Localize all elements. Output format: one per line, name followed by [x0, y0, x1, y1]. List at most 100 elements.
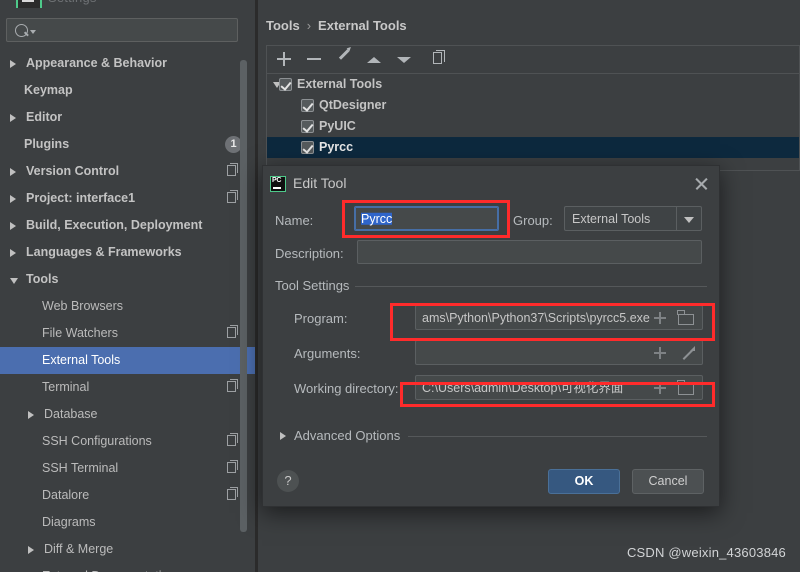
program-label: Program:	[294, 311, 348, 326]
sidebar-item-terminal[interactable]: Terminal	[0, 374, 258, 401]
edit-tool-button[interactable]	[331, 46, 357, 72]
sidebar-item-label: Plugins	[24, 137, 70, 151]
arguments-input[interactable]	[415, 340, 703, 365]
chevron-right-icon[interactable]	[10, 195, 16, 203]
remove-tool-button[interactable]	[301, 46, 327, 72]
sidebar-item-plugins[interactable]: Plugins 1	[0, 131, 258, 158]
sidebar-item-label: Terminal	[42, 380, 90, 394]
settings-sidebar: Appearance & Behavior Keymap Editor Plugins…	[0, 8, 258, 572]
chevron-down-icon[interactable]	[10, 278, 18, 284]
sidebar-item-languages-frameworks[interactable]: Languages & Frameworks	[0, 239, 258, 266]
tools-list-item-label: External Tools	[297, 77, 383, 91]
sidebar-item-keymap[interactable]: Keymap	[0, 77, 258, 104]
tools-list-item[interactable]: QtDesigner	[267, 95, 799, 116]
arrow-down-icon	[397, 57, 411, 63]
sidebar-item-file-watchers[interactable]: File Watchers	[0, 320, 258, 347]
close-icon[interactable]	[692, 175, 710, 193]
chevron-right-icon[interactable]	[10, 168, 16, 176]
move-down-button[interactable]	[391, 46, 417, 72]
chevron-right-icon[interactable]	[10, 60, 16, 68]
sidebar-item-label: Diagrams	[42, 515, 96, 529]
dialog-title: Edit Tool	[293, 175, 347, 191]
tool-enabled-checkbox[interactable]	[301, 141, 314, 154]
search-input[interactable]	[39, 22, 233, 40]
copy-icon	[227, 190, 238, 203]
chevron-right-icon[interactable]	[28, 411, 34, 419]
search-icon	[15, 24, 28, 37]
cancel-button[interactable]: Cancel	[632, 469, 704, 494]
tools-list-item[interactable]: External Tools	[267, 74, 799, 95]
sidebar-item-label: Languages & Frameworks	[26, 245, 182, 259]
arrow-up-icon	[367, 57, 381, 63]
program-insert-macro-icon[interactable]	[654, 312, 666, 324]
working-directory-browse-folder-icon[interactable]	[677, 380, 694, 395]
sidebar-item-label: External Documentation	[42, 563, 175, 572]
copy-tool-button[interactable]	[425, 46, 451, 72]
sidebar-item-label: Build, Execution, Deployment	[26, 218, 203, 232]
tool-enabled-checkbox[interactable]	[301, 99, 314, 112]
sidebar-item-ssh-configurations[interactable]: SSH Configurations	[0, 428, 258, 455]
tools-list-item[interactable]: Pyrcc	[267, 137, 799, 158]
chevron-right-icon[interactable]	[10, 222, 16, 230]
sidebar-item-label: Datalore	[42, 488, 90, 502]
sidebar-item-label: External Tools	[42, 353, 121, 367]
program-browse-folder-icon[interactable]	[677, 310, 694, 325]
working-directory-insert-macro-icon[interactable]	[654, 382, 666, 394]
breadcrumb-current: External Tools	[318, 18, 407, 33]
sidebar-item-label: Project: interface1	[26, 191, 136, 205]
search-box[interactable]	[6, 18, 238, 42]
sidebar-item-datalore[interactable]: Datalore	[0, 482, 258, 509]
chevron-right-icon[interactable]	[28, 546, 34, 554]
breadcrumb-separator-icon: ›	[306, 18, 312, 33]
group-select-value: External Tools	[572, 211, 651, 226]
edit-tool-button-hidden	[267, 46, 293, 72]
sidebar-item-appearance-behavior[interactable]: Appearance & Behavior	[0, 50, 258, 77]
sidebar-scrollbar-thumb[interactable]	[240, 60, 247, 532]
tools-list-item[interactable]: PyUIC	[267, 116, 799, 137]
move-up-button[interactable]	[361, 46, 387, 72]
description-label: Description:	[275, 246, 344, 261]
external-tools-toolbar	[267, 46, 799, 74]
chevron-down-icon[interactable]	[30, 30, 36, 34]
advanced-options-label[interactable]: Advanced Options	[294, 428, 400, 443]
breadcrumb-parent[interactable]: Tools	[266, 18, 300, 33]
sidebar-item-label: File Watchers	[42, 326, 118, 340]
tool-enabled-checkbox[interactable]	[279, 78, 292, 91]
group-select[interactable]: External Tools	[564, 206, 702, 231]
sidebar-item-build-execution-deployment[interactable]: Build, Execution, Deployment	[0, 212, 258, 239]
sidebar-item-label: Version Control	[26, 164, 120, 178]
program-input[interactable]: ams\Python\Python37\Scripts\pyrcc5.exe	[415, 305, 703, 330]
sidebar-item-editor[interactable]: Editor	[0, 104, 258, 131]
sidebar-item-version-control[interactable]: Version Control	[0, 158, 258, 185]
copy-icon	[227, 325, 238, 338]
sidebar-item-tools[interactable]: Tools	[0, 266, 258, 293]
name-input[interactable]: Pyrcc	[354, 206, 499, 231]
arguments-expand-icon[interactable]	[681, 346, 695, 360]
ok-button[interactable]: OK	[548, 469, 620, 494]
chevron-right-icon[interactable]	[10, 114, 16, 122]
description-input[interactable]	[357, 240, 702, 264]
chevron-right-icon[interactable]	[10, 249, 16, 257]
sidebar-item-web-browsers[interactable]: Web Browsers	[0, 293, 258, 320]
chevron-right-icon[interactable]	[280, 432, 286, 440]
breadcrumb: Tools › External Tools	[266, 18, 407, 33]
sidebar-item-diagrams[interactable]: Diagrams	[0, 509, 258, 536]
sidebar-item-project-interface1[interactable]: Project: interface1	[0, 185, 258, 212]
working-directory-input[interactable]: C:\Users\admin\Desktop\可视化界面	[415, 375, 703, 400]
tool-settings-title: Tool Settings	[275, 278, 350, 293]
help-button[interactable]: ?	[277, 470, 299, 492]
chevron-down-icon	[684, 216, 694, 223]
arguments-insert-macro-icon[interactable]	[654, 347, 666, 359]
tool-enabled-checkbox[interactable]	[301, 120, 314, 133]
external-tools-panel: External Tools QtDesigner PyUIC Pyrcc	[266, 45, 800, 171]
sidebar-item-diff-merge[interactable]: Diff & Merge	[0, 536, 258, 563]
sidebar-item-database[interactable]: Database	[0, 401, 258, 428]
name-input-value: Pyrcc	[361, 211, 393, 226]
copy-icon	[227, 379, 238, 392]
sidebar-item-ssh-terminal[interactable]: SSH Terminal	[0, 455, 258, 482]
sidebar-item-external-documentation[interactable]: External Documentation	[0, 563, 258, 572]
arguments-label: Arguments:	[294, 346, 361, 361]
sidebar-item-external-tools[interactable]: External Tools	[0, 347, 258, 374]
group-select-arrow-box[interactable]	[676, 207, 701, 230]
sidebar-item-label: Diff & Merge	[44, 542, 114, 556]
